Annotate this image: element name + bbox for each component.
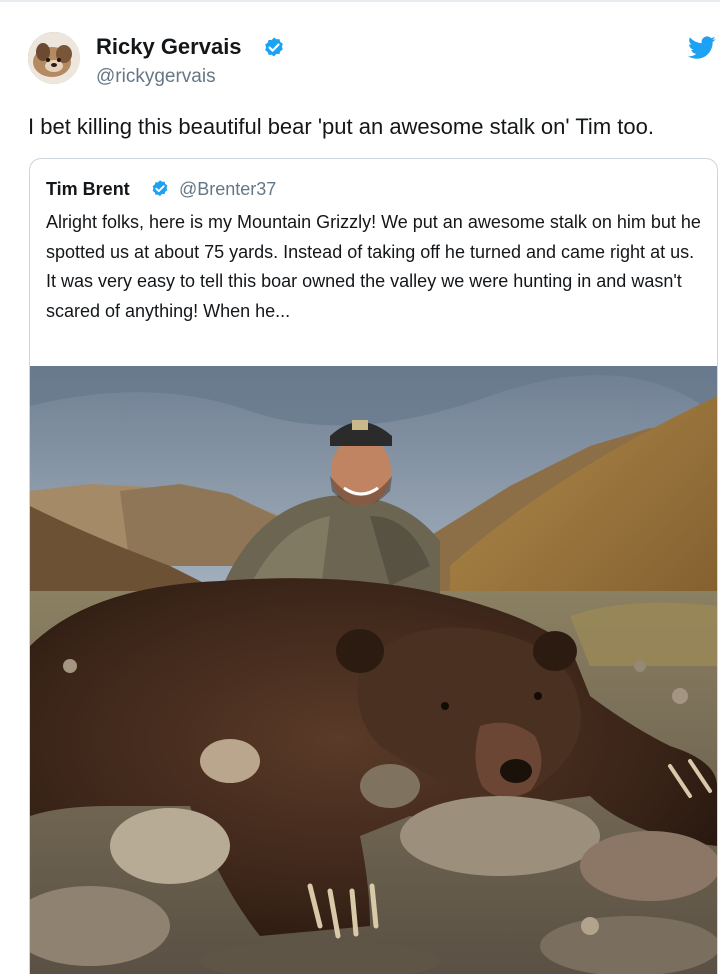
quoted-tweet-text: Alright folks, here is my Mountain Grizz… <box>46 212 701 321</box>
tweet-photo[interactable] <box>30 366 717 974</box>
quoted-author-handle[interactable]: @Brenter37 <box>179 179 276 200</box>
author-name[interactable]: Ricky Gervais <box>96 34 242 60</box>
tweet-text: I bet killing this beautiful bear 'put a… <box>28 114 654 139</box>
verified-badge-icon <box>152 180 168 197</box>
author-handle[interactable]: @rickygervais <box>96 66 216 88</box>
author-avatar[interactable] <box>28 32 80 84</box>
quoted-author-name[interactable]: Tim Brent <box>46 179 130 200</box>
hunter-bear-photo <box>30 366 717 974</box>
quoted-tweet[interactable]: Tim Brent @Brenter37 Alright folks, here… <box>29 158 718 974</box>
dog-avatar-image <box>28 32 80 84</box>
tweet-card: Ricky Gervais @rickygervais I bet killin… <box>0 0 720 974</box>
twitter-bird-icon[interactable] <box>688 36 716 60</box>
card-border <box>0 0 720 2</box>
verified-badge-icon <box>265 37 283 57</box>
